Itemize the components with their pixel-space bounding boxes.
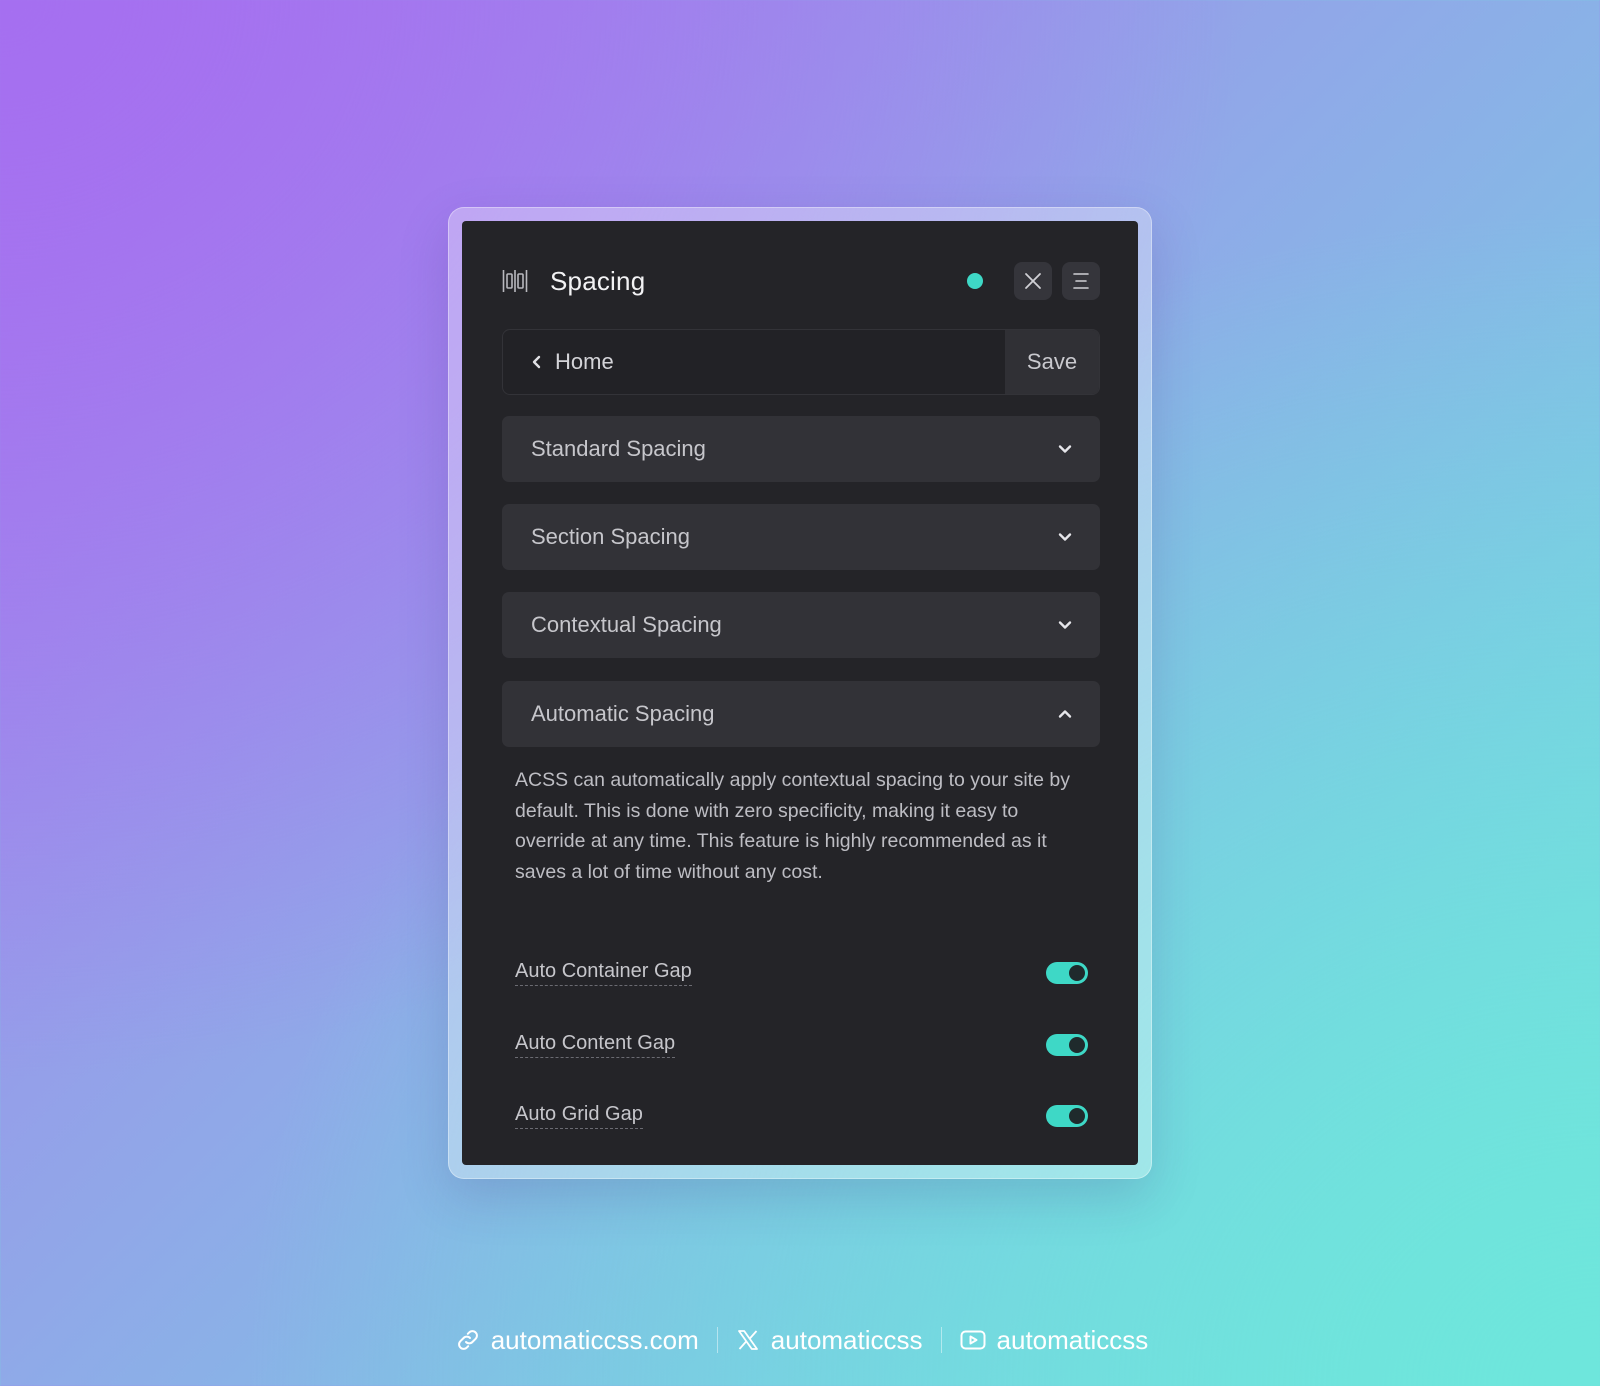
auto-grid-gap-toggle[interactable] <box>1046 1105 1088 1127</box>
accordion-automatic-spacing[interactable]: Automatic Spacing <box>502 681 1100 747</box>
accordion-label: Automatic Spacing <box>531 701 715 726</box>
panel-title: Spacing <box>550 265 646 296</box>
nav-bar: Home Save <box>502 329 1100 395</box>
accordion-standard-spacing[interactable]: Standard Spacing <box>502 416 1100 482</box>
link-icon <box>456 1328 480 1352</box>
toggle-knob <box>1069 1037 1085 1053</box>
toggle-label[interactable]: Auto Grid Gap <box>515 1103 643 1129</box>
accordion-label: Section Spacing <box>531 524 690 549</box>
toggle-knob <box>1069 965 1085 981</box>
chevron-down-icon <box>1058 444 1072 454</box>
accordion-label: Contextual Spacing <box>531 612 722 637</box>
status-indicator <box>967 273 983 289</box>
footer-divider <box>716 1327 718 1353</box>
header-actions <box>967 262 1100 300</box>
footer-divider <box>940 1327 942 1353</box>
toggle-row-auto-grid-gap: Auto Grid Gap <box>515 1098 1088 1134</box>
toggle-knob <box>1069 1108 1085 1124</box>
automatic-spacing-description: ACSS can automatically apply contextual … <box>515 769 1070 883</box>
accordion-section-spacing[interactable]: Section Spacing <box>502 504 1100 570</box>
footer-links: automaticcss.com automaticcss automaticc… <box>2 1320 1600 1360</box>
auto-content-gap-toggle[interactable] <box>1046 1034 1088 1056</box>
accordion-label: Standard Spacing <box>531 436 706 461</box>
home-label: Home <box>555 349 614 374</box>
panel-header: Spacing <box>502 261 1100 301</box>
home-back-link[interactable]: Home <box>503 330 1005 394</box>
panel-frame: Spacing Home Save Standard Spacing Secti… <box>448 207 1152 1179</box>
close-icon <box>1025 273 1041 289</box>
close-button[interactable] <box>1014 262 1052 300</box>
youtube-link[interactable]: automaticcss <box>960 1324 1149 1356</box>
chevron-up-icon <box>1058 709 1072 719</box>
toggle-row-auto-content-gap: Auto Content Gap <box>515 1027 1088 1063</box>
youtube-handle-label: automaticcss <box>996 1324 1149 1355</box>
x-handle-label: automaticcss <box>770 1324 923 1355</box>
chevron-left-icon <box>531 355 543 369</box>
website-link[interactable]: automaticcss.com <box>456 1325 699 1356</box>
website-label: automaticcss.com <box>490 1324 699 1355</box>
save-button[interactable]: Save <box>1005 330 1099 394</box>
spacing-panel: Spacing Home Save Standard Spacing Secti… <box>462 221 1138 1165</box>
menu-icon <box>1073 273 1089 289</box>
toggle-label[interactable]: Auto Container Gap <box>515 960 692 986</box>
menu-button[interactable] <box>1062 262 1100 300</box>
x-logo-icon <box>736 1328 760 1352</box>
accordion-contextual-spacing[interactable]: Contextual Spacing <box>502 592 1100 658</box>
youtube-icon <box>960 1329 986 1351</box>
toggle-row-auto-container-gap: Auto Container Gap <box>515 955 1088 991</box>
auto-container-gap-toggle[interactable] <box>1046 962 1088 984</box>
chevron-down-icon <box>1058 620 1072 630</box>
x-link[interactable]: automaticcss <box>736 1325 923 1356</box>
spacing-icon <box>502 267 530 295</box>
toggle-label[interactable]: Auto Content Gap <box>515 1032 676 1058</box>
chevron-down-icon <box>1058 532 1072 542</box>
